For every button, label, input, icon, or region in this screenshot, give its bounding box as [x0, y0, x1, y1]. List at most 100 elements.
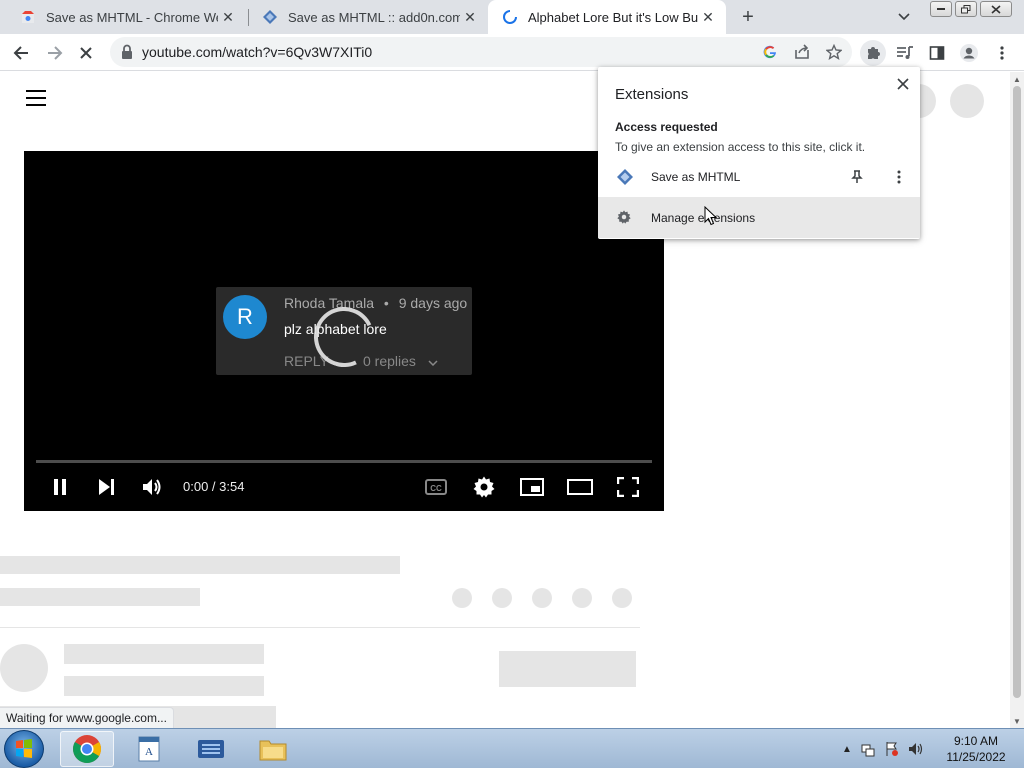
back-arrow-icon	[13, 46, 28, 60]
taskbar-clock[interactable]: 9:10 AM 11/25/2022	[936, 733, 1016, 765]
url-text[interactable]: youtube.com/watch?v=6Qv3W7XITi0	[142, 44, 372, 60]
puzzle-icon	[868, 47, 880, 59]
tab-close-icon[interactable]: ✕	[698, 7, 718, 27]
progress-bar[interactable]	[36, 460, 652, 463]
extension-more-options-icon[interactable]	[890, 168, 908, 186]
tab-strip: Save as MHTML - Chrome Web S ✕ Save as M…	[0, 0, 1024, 34]
volume-button[interactable]	[138, 473, 166, 501]
page-scrollbar[interactable]: ▲ ▼	[1010, 72, 1024, 728]
action-placeholder	[492, 588, 512, 608]
settings-button[interactable]	[470, 473, 498, 501]
side-panel-button[interactable]	[924, 40, 950, 66]
close-popup-button[interactable]	[892, 73, 914, 95]
scroll-down-arrow-icon[interactable]: ▼	[1010, 714, 1024, 728]
action-center-flag-icon[interactable]	[884, 741, 900, 757]
show-hidden-icons-icon[interactable]: ▲	[842, 744, 852, 755]
restore-button[interactable]	[955, 1, 977, 17]
action-placeholder	[572, 588, 592, 608]
three-dot-menu-icon	[1000, 46, 1004, 60]
chrome-web-store-icon	[20, 9, 36, 25]
address-bar[interactable]: youtube.com/watch?v=6Qv3W7XITi0	[110, 37, 852, 67]
replies-label: 0 replies	[363, 353, 416, 369]
comment-separator: •	[383, 295, 389, 311]
back-button[interactable]	[8, 40, 34, 66]
next-button[interactable]	[92, 473, 120, 501]
clock-time: 9:10 AM	[953, 734, 999, 748]
access-requested-heading: Access requested	[615, 120, 718, 134]
bookmark-star-icon[interactable]	[824, 42, 844, 62]
save-as-mhtml-icon	[616, 168, 634, 186]
windows-logo-icon	[16, 739, 32, 758]
extension-save-as-mhtml[interactable]: Save as MHTML	[598, 161, 920, 193]
tab-title: Alphabet Lore But it's Low Budge	[528, 9, 698, 25]
share-icon[interactable]	[792, 42, 812, 62]
tab-add0n[interactable]: Save as MHTML :: add0n.com ✕	[248, 0, 488, 34]
action-placeholder	[452, 588, 472, 608]
volume-icon[interactable]	[908, 741, 924, 757]
hamburger-menu-icon[interactable]	[26, 90, 46, 106]
extensions-button[interactable]	[860, 40, 886, 66]
close-icon	[80, 47, 92, 59]
closed-captions-icon: CC	[425, 479, 447, 495]
gear-icon	[616, 209, 632, 225]
subscriber-placeholder	[64, 676, 264, 696]
scroll-thumb[interactable]	[1013, 86, 1021, 698]
title-placeholder	[0, 556, 400, 574]
channel-avatar-placeholder	[0, 644, 48, 692]
replies-count: 0 replies	[363, 353, 438, 369]
folder-icon	[259, 740, 287, 761]
pause-button[interactable]	[46, 473, 74, 501]
theater-mode-button[interactable]	[566, 473, 594, 501]
close-window-button[interactable]	[980, 1, 1012, 17]
skip-next-icon	[99, 479, 114, 495]
google-icon[interactable]	[760, 42, 780, 62]
queue-music-icon	[897, 46, 913, 59]
manage-extensions-button[interactable]: Manage extensions	[598, 197, 920, 238]
video-player[interactable]: R Rhoda Tamala • 9 days ago plz alphabet…	[24, 151, 664, 511]
minimize-button[interactable]	[930, 1, 952, 17]
taskbar-app-2[interactable]: A	[122, 731, 176, 767]
tab-youtube-active[interactable]: Alphabet Lore But it's Low Budge ✕	[488, 0, 726, 34]
close-icon	[897, 78, 909, 90]
tab-close-icon[interactable]: ✕	[460, 7, 480, 27]
comment-meta: Rhoda Tamala • 9 days ago	[284, 295, 467, 311]
subtitles-button[interactable]: CC	[422, 473, 450, 501]
volume-icon	[143, 479, 161, 495]
pin-icon[interactable]	[848, 168, 866, 186]
svg-text:CC: CC	[430, 484, 442, 493]
header-placeholder-circle	[950, 84, 984, 118]
subscribe-button-placeholder	[499, 651, 636, 687]
start-button[interactable]	[4, 730, 44, 768]
svg-text:A: A	[145, 746, 153, 758]
action-placeholder	[612, 588, 632, 608]
commenter-avatar: R	[223, 295, 267, 339]
status-bubble: Waiting for www.google.com...	[0, 707, 174, 728]
taskbar-chrome[interactable]	[60, 731, 114, 767]
windows-taskbar: A ▲ 9:10 AM 11/25/2022	[0, 728, 1024, 768]
network-icon[interactable]	[860, 741, 876, 757]
miniplayer-icon	[520, 478, 544, 496]
chevron-down-icon	[428, 360, 438, 367]
tab-chrome-web-store[interactable]: Save as MHTML - Chrome Web S ✕	[6, 0, 246, 34]
taskbar-app-4[interactable]	[246, 731, 300, 767]
extension-name: Save as MHTML	[651, 170, 741, 184]
forward-button[interactable]	[42, 40, 68, 66]
chrome-menu-button[interactable]	[989, 40, 1015, 66]
access-requested-description: To give an extension access to this site…	[615, 140, 866, 154]
stop-loading-button[interactable]	[73, 40, 99, 66]
tab-search-icon[interactable]	[894, 7, 914, 27]
tab-title: Save as MHTML - Chrome Web S	[46, 9, 218, 25]
miniplayer-button[interactable]	[518, 473, 546, 501]
taskbar-app-3[interactable]	[184, 731, 238, 767]
channel-placeholder	[0, 588, 200, 606]
keyboard-icon	[198, 740, 224, 758]
browser-toolbar: youtube.com/watch?v=6Qv3W7XITi0	[0, 34, 1024, 71]
profile-button[interactable]	[956, 40, 982, 66]
tab-close-icon[interactable]: ✕	[218, 7, 238, 27]
fullscreen-button[interactable]	[614, 473, 642, 501]
scroll-up-arrow-icon[interactable]: ▲	[1010, 72, 1024, 86]
lock-icon[interactable]	[120, 44, 136, 60]
comment-author: Rhoda Tamala	[284, 295, 375, 311]
new-tab-button[interactable]: +	[736, 5, 760, 29]
media-controls-button[interactable]	[892, 40, 918, 66]
